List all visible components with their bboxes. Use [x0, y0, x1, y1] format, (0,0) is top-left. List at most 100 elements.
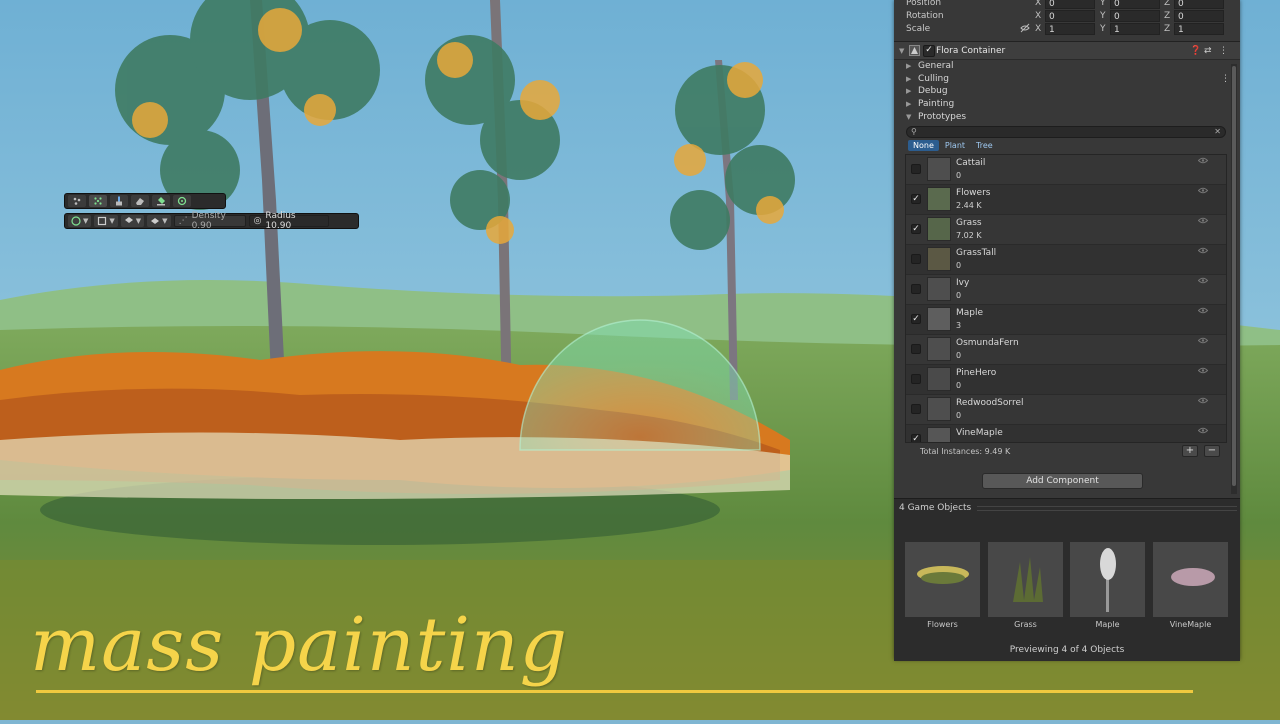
list-item[interactable]: ✓ Maple 3: [906, 305, 1226, 335]
prototype-checkbox[interactable]: [911, 284, 921, 294]
section-general[interactable]: ▶ General: [906, 60, 1232, 72]
list-item[interactable]: RedwoodSorrel 0: [906, 395, 1226, 425]
inspector-scroll-thumb[interactable]: [1232, 66, 1236, 486]
refresh-tool-button[interactable]: [173, 195, 191, 207]
foldout-arrow-icon: ▶: [906, 75, 912, 83]
video-caption: mass painting: [30, 602, 569, 688]
prototype-checkbox[interactable]: [911, 254, 921, 264]
preview-card[interactable]: [905, 542, 980, 617]
prototype-checkbox[interactable]: [911, 404, 921, 414]
square-icon: [98, 216, 107, 226]
visibility-eye-icon[interactable]: [1198, 277, 1208, 284]
preset-icon[interactable]: ⇄: [1204, 46, 1212, 56]
bucket-icon: [157, 197, 165, 206]
preview-card[interactable]: [988, 542, 1063, 617]
help-icon[interactable]: ❓: [1190, 46, 1201, 56]
preview-label: Maple: [1095, 620, 1120, 629]
list-item[interactable]: ✓ VineMaple 27: [906, 425, 1226, 442]
foldout-arrow-icon: ▶: [906, 87, 912, 95]
scale-y-field[interactable]: 1: [1110, 23, 1160, 35]
prototype-thumbnail: [927, 367, 951, 391]
prototype-thumbnail: [927, 247, 951, 271]
fill-tool-button[interactable]: [152, 195, 170, 207]
prototype-checkbox[interactable]: ✓: [911, 434, 921, 442]
prototype-checkbox[interactable]: ✓: [911, 194, 921, 204]
section-prototypes[interactable]: ▼ Prototypes: [906, 111, 1232, 123]
visibility-eye-icon[interactable]: [1198, 217, 1208, 224]
maple-preview-image: [1100, 548, 1116, 612]
list-item[interactable]: PineHero 0: [906, 365, 1226, 395]
preview-card[interactable]: [1153, 542, 1228, 617]
list-item[interactable]: ✓ Flowers 2.44 K: [906, 185, 1226, 215]
prototype-checkbox[interactable]: ✓: [911, 224, 921, 234]
list-item[interactable]: OsmundaFern 0: [906, 335, 1226, 365]
list-item[interactable]: GrassTall 0: [906, 245, 1226, 275]
visibility-eye-icon[interactable]: [1198, 397, 1208, 404]
prototype-checkbox[interactable]: ✓: [911, 314, 921, 324]
target-dropdown[interactable]: ▼: [147, 215, 171, 227]
rotation-x-field[interactable]: 0: [1045, 10, 1095, 22]
component-enabled-checkbox[interactable]: ✓: [923, 45, 935, 57]
position-x-field[interactable]: 0: [1045, 0, 1095, 9]
list-item[interactable]: ✓ Grass 7.02 K: [906, 215, 1226, 245]
visibility-eye-icon[interactable]: [1198, 427, 1208, 434]
foldout-arrow-icon[interactable]: ▼: [899, 47, 904, 55]
list-item[interactable]: Cattail 0: [906, 155, 1226, 185]
section-culling[interactable]: ▶ Culling ⋮: [906, 73, 1232, 85]
prototype-checkbox[interactable]: [911, 344, 921, 354]
prototype-thumbnail: [927, 157, 951, 181]
rotation-y-field[interactable]: 0: [1110, 10, 1160, 22]
transform-row-scale: Scale X1 Y1 Z1: [894, 22, 1240, 36]
flowers-preview-image: [917, 566, 969, 584]
add-component-button[interactable]: Add Component: [982, 473, 1143, 489]
more-options-icon[interactable]: ⋮: [1219, 46, 1228, 56]
layers-icon: [124, 217, 133, 223]
mass-paint-tool-button[interactable]: [89, 195, 107, 207]
scale-z-field[interactable]: 1: [1174, 23, 1224, 35]
rotation-z-field[interactable]: 0: [1174, 10, 1224, 22]
radius-field[interactable]: ◎ Radius 10.90: [248, 211, 329, 231]
filter-plant[interactable]: Plant: [940, 140, 970, 151]
visibility-eye-icon[interactable]: [1198, 337, 1208, 344]
visibility-eye-icon[interactable]: [1198, 367, 1208, 374]
brush-icon: [116, 196, 122, 206]
grass-preview-image: [1013, 557, 1043, 602]
prototype-search-input[interactable]: ⚲ ✕: [906, 126, 1226, 138]
filter-none[interactable]: None: [908, 140, 939, 151]
scatter-tool-button[interactable]: [68, 195, 86, 207]
prototype-thumbnail: [927, 337, 951, 361]
visibility-eye-icon[interactable]: [1198, 157, 1208, 164]
more-options-icon[interactable]: ⋮: [1221, 74, 1230, 84]
density-label: Density 0.90: [191, 211, 226, 231]
visibility-eye-icon[interactable]: [1198, 307, 1208, 314]
preview-card[interactable]: [1070, 542, 1145, 617]
visibility-eye-icon[interactable]: [1198, 247, 1208, 254]
layer-dropdown[interactable]: ▼: [120, 215, 145, 227]
add-prototype-button[interactable]: +: [1182, 445, 1198, 457]
clear-search-icon[interactable]: ✕: [1214, 127, 1221, 136]
position-z-field[interactable]: 0: [1174, 0, 1224, 9]
radius-label: Radius 10.90: [265, 211, 296, 231]
constrain-proportions-icon[interactable]: [1020, 23, 1030, 33]
list-item[interactable]: Ivy 0: [906, 275, 1226, 305]
position-y-field[interactable]: 0: [1110, 0, 1160, 9]
eraser-tool-button[interactable]: [131, 195, 149, 207]
remove-prototype-button[interactable]: −: [1204, 445, 1220, 457]
filter-tree[interactable]: Tree: [971, 140, 998, 151]
search-icon: ⚲: [911, 127, 917, 136]
preview-drag-handle[interactable]: [977, 505, 1238, 511]
scale-x-field[interactable]: 1: [1045, 23, 1095, 35]
visibility-eye-icon[interactable]: [1198, 187, 1208, 194]
brush-tool-button[interactable]: [110, 195, 128, 207]
section-painting[interactable]: ▶ Painting: [906, 98, 1232, 110]
brush-mode-dropdown[interactable]: ▼: [94, 215, 118, 227]
density-field[interactable]: ⋰ Density 0.90: [173, 211, 246, 231]
prototype-checkbox[interactable]: [911, 374, 921, 384]
transform-label: Scale: [906, 24, 931, 34]
component-header[interactable]: ▼ ✓ Flora Container ❓ ⇄ ⋮: [894, 41, 1240, 60]
prototype-type-filter: None Plant Tree: [908, 140, 998, 151]
brush-shape-dropdown[interactable]: ▼: [68, 215, 92, 227]
chevron-down-icon: ▼: [135, 217, 142, 225]
prototype-checkbox[interactable]: [911, 164, 921, 174]
section-debug[interactable]: ▶ Debug: [906, 85, 1232, 97]
